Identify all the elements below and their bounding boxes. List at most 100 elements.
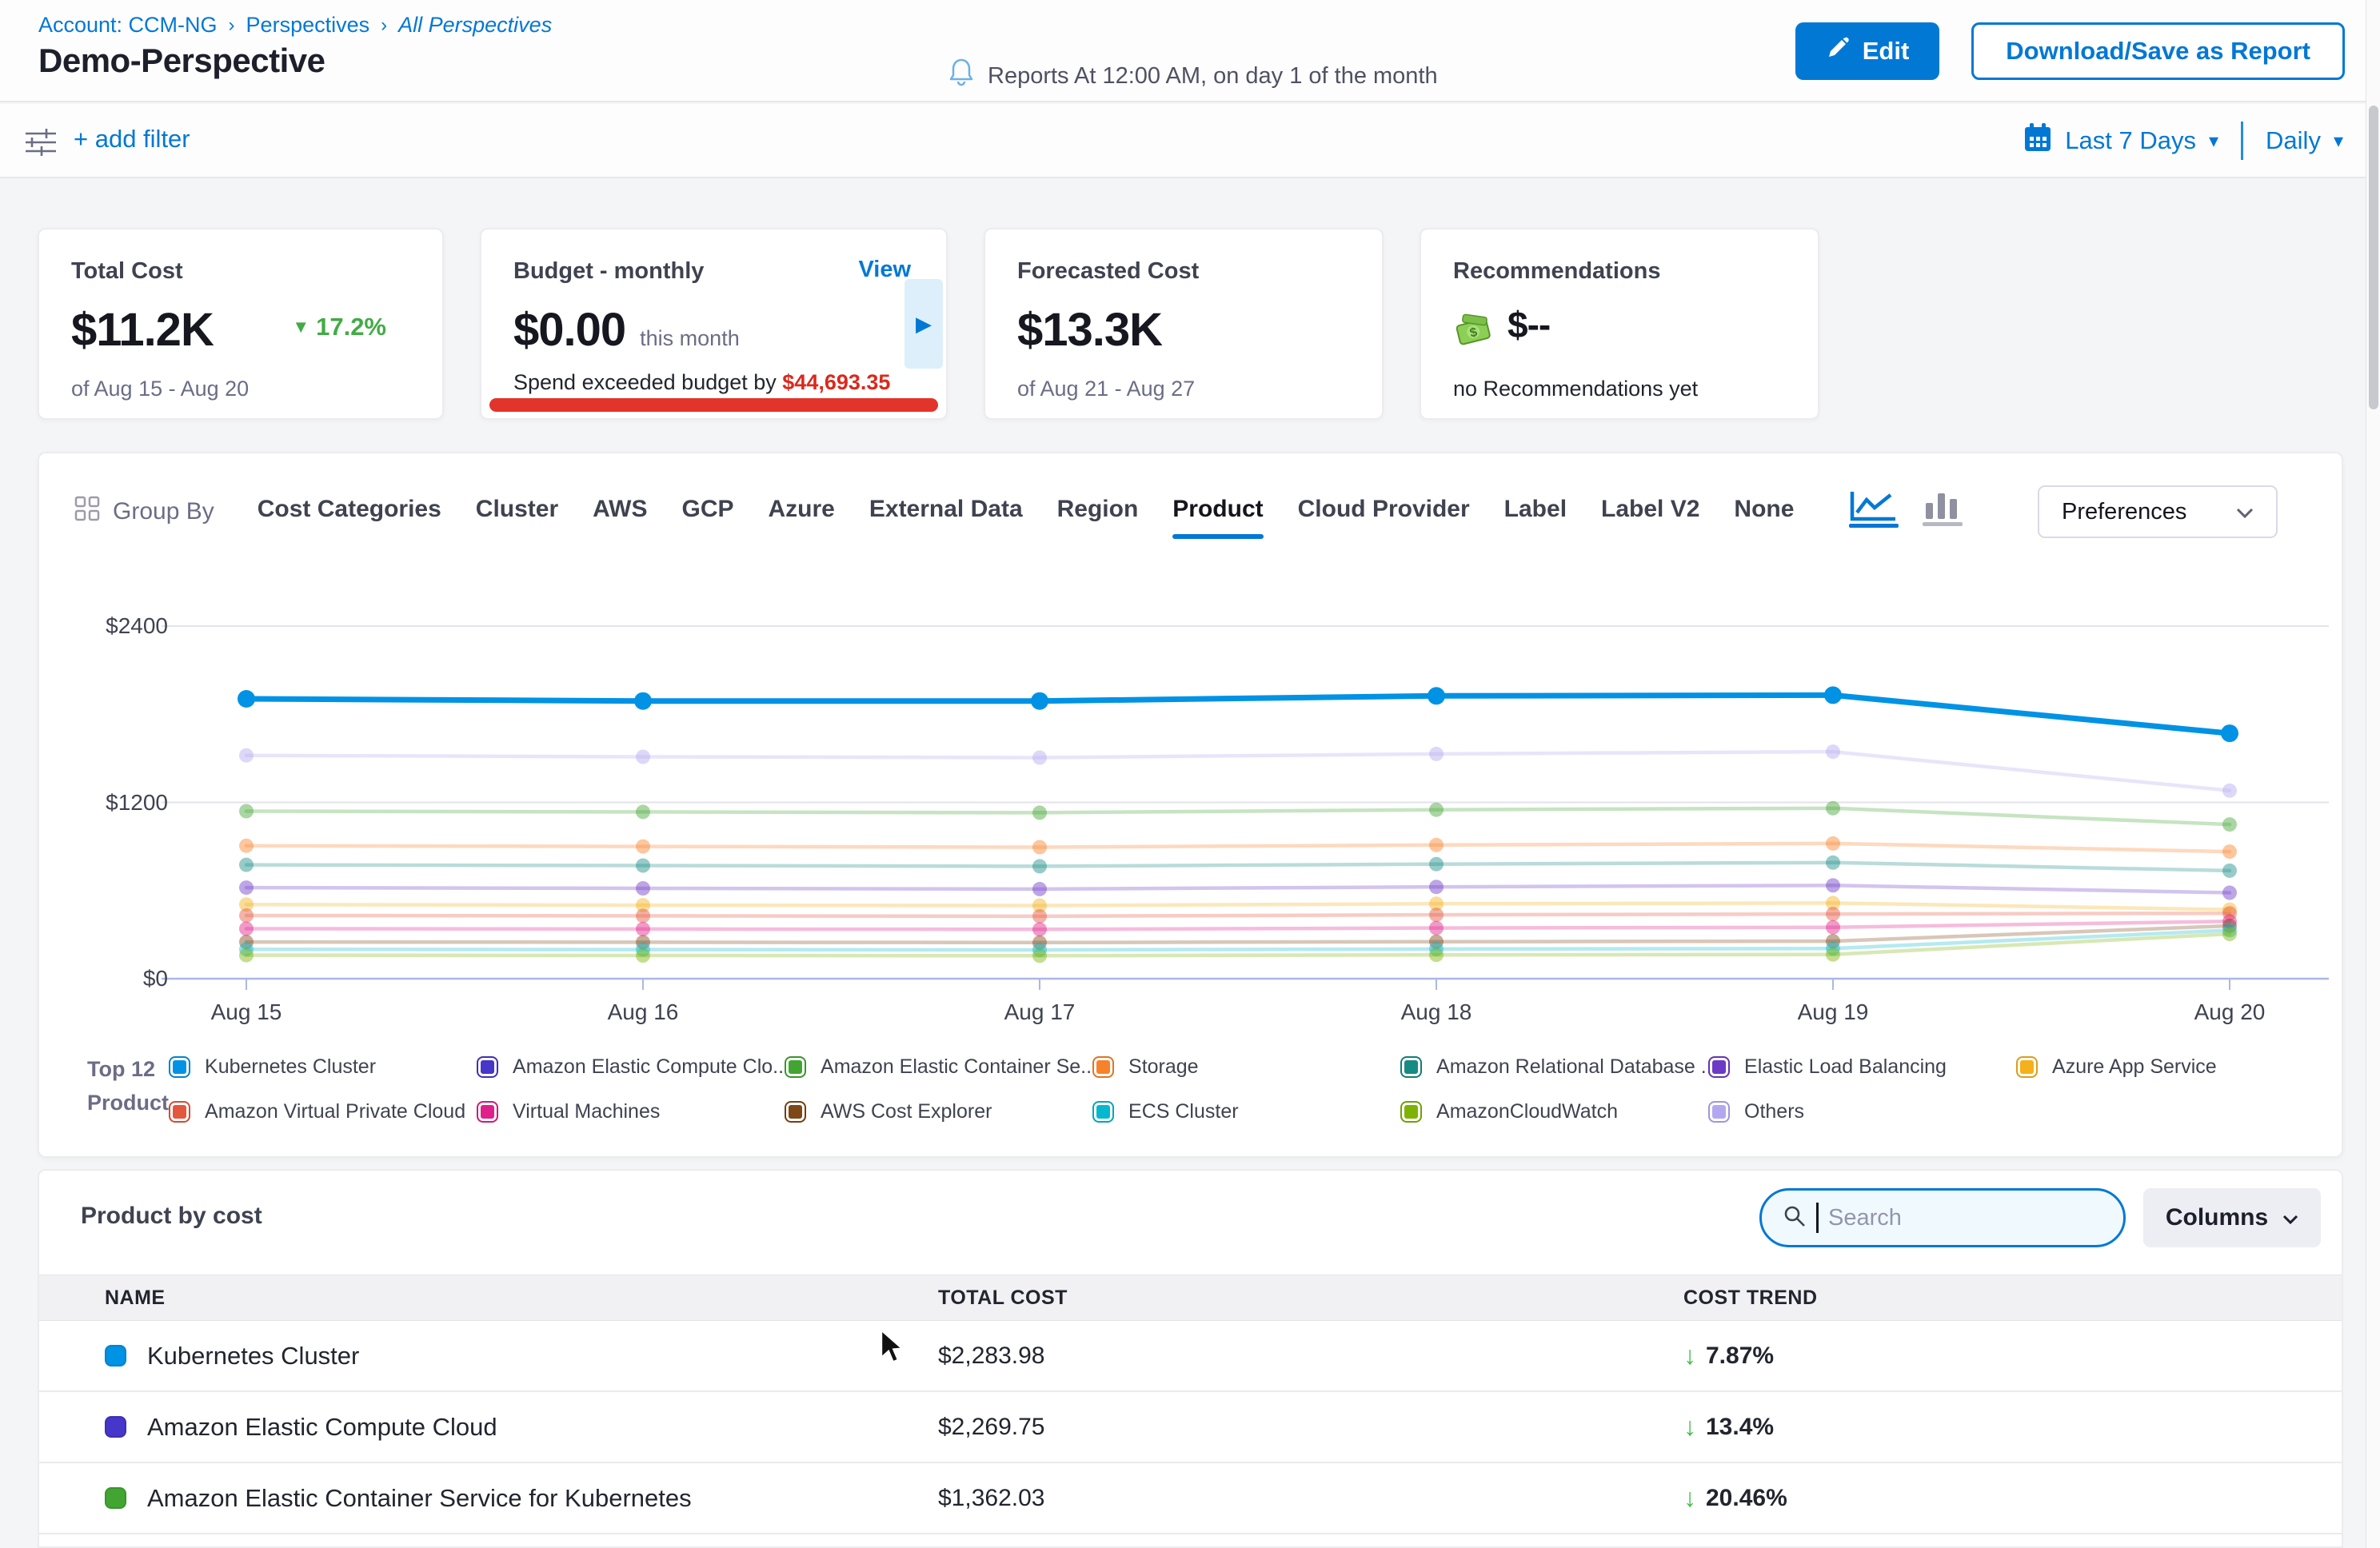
legend-swatch [1400,1101,1422,1123]
date-range-label: Last 7 Days [2065,126,2196,155]
legend-label: Azure App Service [2052,1055,2217,1079]
legend-item[interactable]: Kubernetes Cluster [169,1049,477,1084]
preferences-label: Preferences [2062,499,2186,525]
recommendations-value: $-- [1507,303,1550,346]
cell-total-cost: $2,283.98 [938,1343,1683,1370]
legend-swatch [477,1101,498,1123]
cost-trend-chart[interactable]: $2400$1200$0Aug 15Aug 16Aug 17Aug 18Aug … [74,609,2345,1025]
date-range-selector[interactable]: Last 7 Days ▾ [2023,122,2218,159]
product-color-swatch [105,1345,126,1366]
data-point [1826,920,1840,935]
scrollbar-thumb[interactable] [2369,106,2378,409]
data-point [1826,801,1840,816]
chart-line-amazon-elastic-container-service-for-kubernetes [239,801,2237,832]
legend-item[interactable]: Storage [1092,1049,1400,1084]
legend-label: Elastic Load Balancing [1744,1055,1947,1079]
total-cost-label: Total Cost [71,258,183,285]
search-input[interactable]: Search [1759,1188,2126,1247]
budget-value: $0.00 [513,303,625,357]
columns-dropdown[interactable]: Columns [2143,1188,2321,1247]
data-point [238,690,255,708]
group-by-tab-cluster[interactable]: Cluster [476,496,558,528]
money-icon: $ [1453,311,1493,348]
legend-swatch [785,1056,806,1078]
search-icon [1783,1204,1807,1232]
legend-label: AmazonCloudWatch [1436,1100,1618,1123]
group-by-tab-cloud-provider[interactable]: Cloud Provider [1298,496,1470,528]
group-by-tab-region[interactable]: Region [1057,496,1139,528]
line-chart-icon[interactable] [1847,489,1900,533]
breadcrumb-separator-icon: › [229,14,235,37]
data-point [1429,747,1444,761]
legend-item[interactable]: Elastic Load Balancing [1708,1049,2016,1084]
legend-swatch [169,1101,190,1123]
column-header-cost-trend[interactable]: COST TREND [1683,1287,2342,1310]
total-cost-trend: ▼17.2% [292,313,386,341]
legend-label: Amazon Elastic Container Se... [821,1055,1097,1079]
preferences-dropdown[interactable]: Preferences [2038,485,2278,538]
column-header-total-cost[interactable]: TOTAL COST [938,1287,1683,1310]
legend-item[interactable]: Amazon Relational Database ... [1400,1049,1708,1084]
legend-item[interactable]: Azure App Service [2016,1049,2324,1084]
legend-label: Kubernetes Cluster [205,1055,376,1079]
bar-chart-icon[interactable] [1921,489,1966,533]
filter-bar: + add filter Last 7 Days ▾ Daily ▾ [0,104,2380,178]
arrow-down-icon: ↓ [1683,1412,1696,1442]
edit-button[interactable]: Edit [1795,22,1940,80]
breadcrumb-perspectives[interactable]: Perspectives [246,13,370,38]
legend-label: AWS Cost Explorer [821,1100,992,1123]
group-by-tab-azure[interactable]: Azure [769,496,835,528]
product-color-swatch [105,1487,126,1509]
column-header-name[interactable]: NAME [39,1287,938,1310]
table-row[interactable]: Amazon Elastic Compute Cloud$2,269.75↓13… [39,1392,2342,1463]
add-filter-button[interactable]: + add filter [74,125,190,154]
legend-label: Amazon Elastic Compute Clo... [513,1055,789,1079]
data-point [636,859,650,873]
group-by-tab-gcp[interactable]: GCP [682,496,734,528]
chart-line-kubernetes-cluster [238,686,2238,742]
columns-label: Columns [2166,1204,2268,1231]
x-axis-tick-label: Aug 15 [211,999,282,1025]
legend-item[interactable]: Amazon Elastic Compute Clo... [477,1049,785,1084]
legend-item[interactable]: AmazonCloudWatch [1400,1094,1708,1129]
group-by-tab-cost-categories[interactable]: Cost Categories [258,496,441,528]
breadcrumb-account[interactable]: Account: CCM-NG [38,13,218,38]
y-axis-tick-label: $2400 [74,613,168,639]
data-point [2222,817,2237,832]
cell-total-cost: $2,269.75 [938,1414,1683,1441]
legend-item[interactable]: Virtual Machines [477,1094,785,1129]
data-point [239,948,254,963]
table-row[interactable]: Amazon Elastic Container Service for Kub… [39,1463,2342,1534]
legend-swatch [2016,1056,2038,1078]
table-row[interactable]: Kubernetes Cluster$2,283.98↓7.87% [39,1321,2342,1392]
group-by-tab-external-data[interactable]: External Data [869,496,1023,528]
download-save-report-button[interactable]: Download/Save as Report [1971,22,2345,80]
grid-icon [74,496,100,528]
edit-button-label: Edit [1863,37,1910,66]
legend-item[interactable]: Others [1708,1094,2016,1129]
breadcrumb-all-perspectives[interactable]: All Perspectives [398,13,552,38]
group-by-tab-product[interactable]: Product [1172,496,1263,528]
vertical-scrollbar[interactable] [2366,0,2380,1548]
group-by-tab-label[interactable]: Label [1504,496,1567,528]
y-axis-tick-label: $0 [74,966,168,991]
x-axis-tick-label: Aug 17 [1004,999,1076,1025]
group-by-tab-label-v2[interactable]: Label V2 [1601,496,1699,528]
granularity-selector[interactable]: Daily ▾ [2266,126,2343,155]
data-point [634,692,652,710]
legend-item[interactable]: ECS Cluster [1092,1094,1400,1129]
budget-expand-button[interactable]: ▶ [904,279,943,369]
divider [2241,122,2243,160]
data-point [1429,803,1444,817]
data-point [636,750,650,764]
legend-item[interactable]: AWS Cost Explorer [785,1094,1092,1129]
budget-view-link[interactable]: View [858,257,911,283]
recommendations-card: Recommendations $ $-- no Recommendations… [1420,228,1819,420]
legend-item[interactable]: Amazon Elastic Container Se... [785,1049,1092,1084]
filter-sliders-icon[interactable] [24,126,58,162]
data-point [1032,859,1047,873]
group-by-tab-none[interactable]: None [1734,496,1794,528]
data-point [1826,878,1840,892]
group-by-tab-aws[interactable]: AWS [593,496,647,528]
legend-item[interactable]: Amazon Virtual Private Cloud [169,1094,477,1129]
